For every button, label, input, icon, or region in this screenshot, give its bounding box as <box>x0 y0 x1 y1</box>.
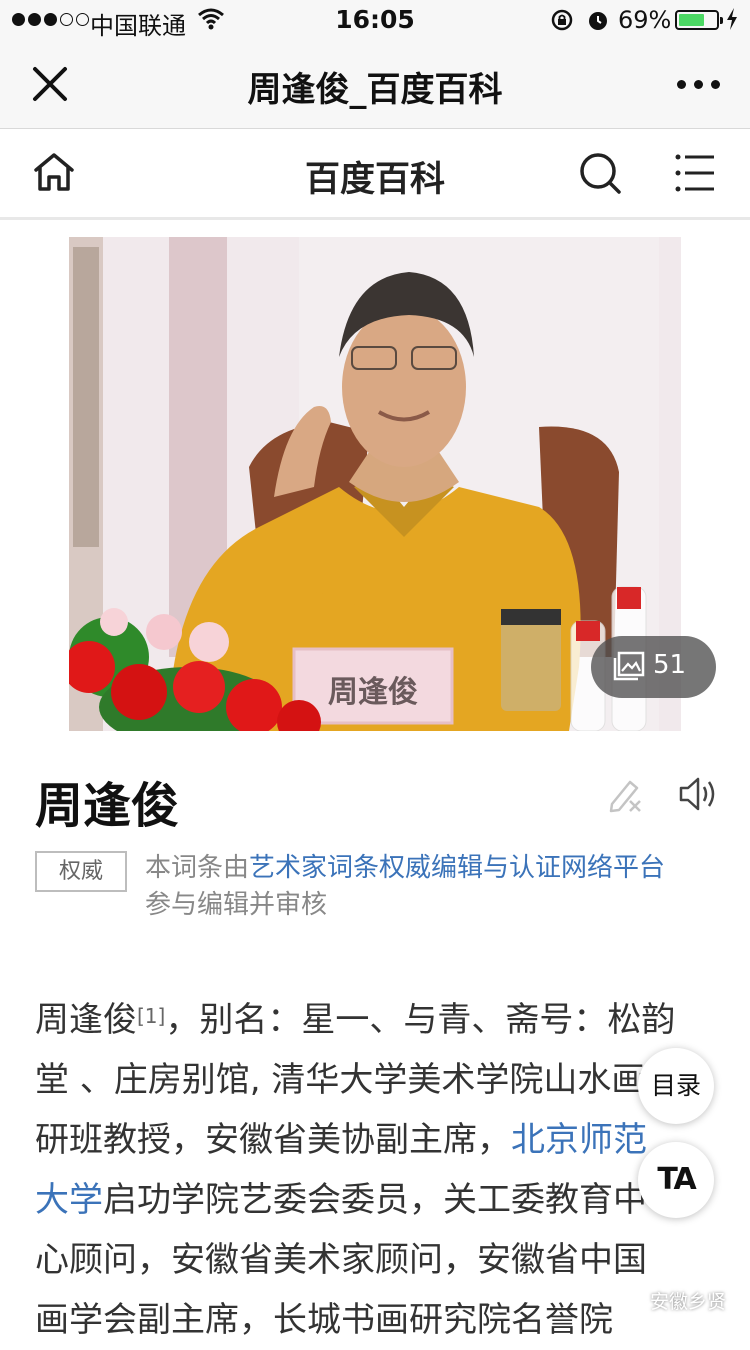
status-bar: 中国联通 16:05 69% <box>0 0 750 40</box>
reference-marker[interactable]: [1] <box>137 1004 165 1028</box>
body-text: ，别名：星一、与青、斋号：松韵 <box>165 1000 676 1040</box>
page-title: 周逢俊_百度百科 <box>247 70 503 110</box>
nameplate-text: 周逢俊 <box>328 675 418 710</box>
menu-icon[interactable] <box>674 153 716 193</box>
watermark-text: 安徽乡贤 <box>650 1291 727 1313</box>
authority-badge: 权威 <box>35 851 127 892</box>
search-icon[interactable] <box>578 151 622 195</box>
gallery-button[interactable]: 51 <box>591 636 716 698</box>
authority-prefix: 本词条由 <box>145 853 250 883</box>
rotation-lock-icon <box>551 9 573 31</box>
link-bnu-cont[interactable]: 大学 <box>35 1180 103 1220</box>
watermark: 安徽乡贤 <box>618 1287 726 1314</box>
portrait-image: 周逢俊 <box>69 237 681 731</box>
edit-icon[interactable] <box>606 776 644 814</box>
authority-suffix: 参与编辑并审核 <box>145 890 328 920</box>
charging-icon <box>727 8 737 30</box>
alarm-icon <box>589 12 607 30</box>
speaker-icon[interactable] <box>678 774 720 814</box>
body-name: 周逢俊 <box>35 1000 137 1040</box>
battery-icon <box>675 10 723 30</box>
ta-button[interactable]: TA <box>638 1142 714 1218</box>
body-text: 研班教授，安徽省美协副主席， <box>35 1120 511 1160</box>
link-bnu[interactable]: 北京师范 <box>511 1120 647 1160</box>
entry-photo[interactable]: 周逢俊 <box>69 237 681 731</box>
body-text: 启功学院艺委会委员，关工委教育中 <box>103 1180 647 1220</box>
body-text: 心顾问，安徽省美术家顾问，安徽省中国 <box>35 1240 647 1280</box>
authority-note: 本词条由艺术家词条权威编辑与认证网络平台 参与编辑并审核 <box>145 850 725 924</box>
browser-nav-bar: 周逢俊_百度百科 <box>0 40 750 129</box>
site-title[interactable]: 百度百科 <box>0 151 750 202</box>
authority-link[interactable]: 艺术家词条权威编辑与认证网络平台 <box>249 853 665 883</box>
more-icon[interactable] <box>677 80 720 89</box>
entry-title: 周逢俊 <box>35 778 180 834</box>
toc-button[interactable]: 目录 <box>638 1048 714 1124</box>
gallery-icon <box>613 651 645 681</box>
wechat-icon <box>618 1290 644 1310</box>
gallery-count: 51 <box>653 650 687 680</box>
baike-header: 百度百科 <box>0 129 750 220</box>
battery-percent: 69% <box>618 6 672 34</box>
body-text: 堂 、庄房别馆, 清华大学美术学院山水画高 <box>35 1060 680 1100</box>
